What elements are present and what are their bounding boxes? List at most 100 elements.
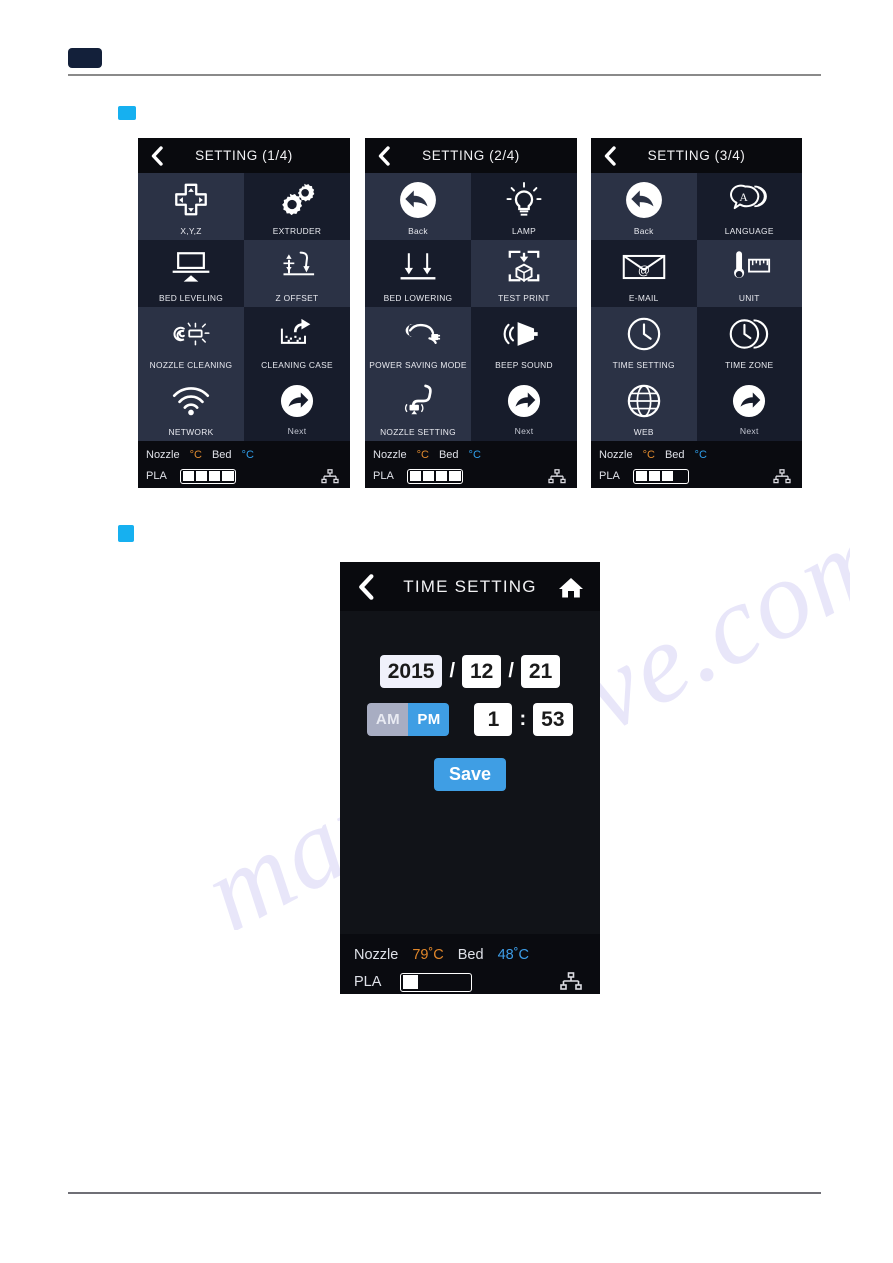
next-arrow-icon — [244, 374, 350, 427]
time-zone-icon — [697, 307, 803, 361]
globe-icon — [591, 374, 697, 428]
time-row: AM PM 1 : 53 — [340, 703, 600, 736]
pm-option[interactable]: PM — [408, 703, 450, 736]
screen-time-setting: TIME SETTING 2015 / 12 / 21 AM PM 1 : 53… — [340, 562, 600, 994]
am-option[interactable]: AM — [367, 703, 409, 736]
tile-label: BED LOWERING — [383, 292, 453, 303]
day-field[interactable]: 21 — [520, 655, 561, 688]
tile-label: TIME ZONE — [725, 359, 774, 370]
nozzle-value: °C — [416, 449, 429, 461]
chevron-left-icon[interactable] — [375, 145, 393, 166]
date-separator-2: / — [508, 660, 514, 682]
tile-label: TEST PRINT — [498, 292, 550, 303]
tile-z-offset[interactable]: Z OFFSET — [244, 240, 350, 307]
bed-label: Bed — [211, 449, 232, 461]
ethernet-icon — [548, 469, 566, 484]
tile-label: Z OFFSET — [275, 292, 319, 303]
bed-label: Bed — [664, 449, 685, 461]
tile-label: Next — [739, 426, 759, 437]
dpad-icon — [138, 173, 244, 227]
tile-label: TIME SETTING — [612, 359, 675, 370]
tile-language[interactable]: A LANGUAGE — [696, 173, 803, 240]
tile-time-setting[interactable]: TIME SETTING — [591, 307, 697, 374]
tile-label: LANGUAGE — [724, 225, 774, 236]
tile-next[interactable]: Next — [696, 374, 802, 441]
tile-cleaning-case[interactable]: CLEANING CASE — [244, 307, 350, 374]
tile-label: X,Y,Z — [180, 225, 202, 236]
screen-setting-2: SETTING (2/4) Back LAMP BED LOWERING TES… — [365, 138, 577, 488]
material-label: PLA — [373, 470, 394, 482]
screen3-title: SETTING (3/4) — [647, 148, 746, 163]
tile-test-print[interactable]: TEST PRINT — [471, 240, 577, 307]
bed-lowering-icon — [365, 240, 471, 294]
ethernet-icon — [321, 469, 339, 484]
home-icon[interactable] — [558, 575, 584, 599]
tile-next[interactable]: Next — [244, 374, 350, 441]
time-setting-title: TIME SETTING — [403, 576, 537, 596]
bed-value: °C — [468, 449, 481, 461]
nozzle-label: Nozzle — [354, 947, 399, 963]
gears-icon — [244, 173, 350, 227]
screen2-title: SETTING (2/4) — [422, 148, 520, 163]
tile-time-zone[interactable]: TIME ZONE — [696, 307, 803, 374]
tile-xyz[interactable]: X,Y,Z — [138, 173, 244, 240]
section-marker-1 — [118, 106, 136, 120]
header-rule — [68, 74, 821, 76]
tile-bed-lowering[interactable]: BED LOWERING — [365, 240, 471, 307]
bed-value: °C — [241, 449, 254, 461]
ethernet-icon — [560, 972, 582, 990]
tile-label: NETWORK — [168, 426, 214, 437]
chevron-left-icon[interactable] — [148, 145, 166, 166]
month-field[interactable]: 12 — [462, 655, 502, 688]
tile-back[interactable]: Back — [365, 173, 471, 240]
tile-nozzle-setting[interactable]: NOZZLE SETTING — [365, 374, 471, 441]
unit-icon — [697, 240, 803, 294]
tile-nozzle-cleaning[interactable]: NOZZLE CLEANING — [138, 307, 244, 374]
material-label: PLA — [146, 470, 167, 482]
tile-web[interactable]: WEB — [591, 374, 697, 441]
tile-beep-sound[interactable]: BEEP SOUND — [471, 307, 577, 374]
tile-label: UNIT — [738, 292, 760, 303]
svg-text:@: @ — [638, 263, 650, 277]
bed-label: Bed — [438, 449, 459, 461]
date-separator-1: / — [449, 660, 455, 682]
back-arrow-icon — [591, 173, 697, 227]
tile-label: WEB — [633, 426, 654, 437]
nozzle-value: °C — [189, 449, 202, 461]
tile-email[interactable]: @ E-MAIL — [591, 240, 697, 307]
clock-icon — [591, 307, 697, 361]
test-print-icon — [471, 240, 577, 294]
filament-gauge — [400, 972, 472, 992]
tile-next[interactable]: Next — [471, 374, 577, 441]
tile-extruder[interactable]: EXTRUDER — [244, 173, 350, 240]
tile-label: POWER SAVING MODE — [369, 359, 467, 370]
next-arrow-icon — [471, 374, 577, 427]
screen2-titlebar: SETTING (2/4) — [365, 138, 577, 173]
screen1-title: SETTING (1/4) — [195, 148, 293, 163]
hour-field[interactable]: 1 — [474, 703, 513, 736]
chevron-left-icon[interactable] — [354, 573, 378, 601]
year-field[interactable]: 2015 — [379, 655, 443, 688]
save-button[interactable]: Save — [433, 758, 507, 791]
tile-network[interactable]: NETWORK — [138, 374, 244, 441]
tile-label: CLEANING CASE — [261, 359, 333, 370]
chevron-left-icon[interactable] — [601, 145, 619, 166]
footer-rule — [68, 1192, 821, 1194]
tile-label: LAMP — [511, 225, 536, 236]
tile-label: NOZZLE CLEANING — [149, 359, 233, 370]
header-chip — [68, 48, 102, 68]
tile-back[interactable]: Back — [591, 173, 697, 240]
screen3-titlebar: SETTING (3/4) — [591, 138, 802, 173]
tile-bed-leveling[interactable]: BED LEVELING — [138, 240, 244, 307]
filament-gauge — [633, 468, 689, 484]
tile-label: Back — [408, 225, 428, 236]
lamp-icon — [471, 173, 577, 227]
meridiem-toggle[interactable]: AM PM — [367, 703, 450, 736]
tile-label: Next — [514, 426, 534, 437]
screen-setting-1: SETTING (1/4) X,Y,Z EXTRUDER BED LEVELIN… — [138, 138, 350, 488]
minute-field[interactable]: 53 — [533, 703, 573, 736]
tile-power-saving-mode[interactable]: POWER SAVING MODE — [365, 307, 471, 374]
language-icon: A — [697, 173, 803, 227]
tile-unit[interactable]: UNIT — [696, 240, 803, 307]
tile-lamp[interactable]: LAMP — [471, 173, 577, 240]
